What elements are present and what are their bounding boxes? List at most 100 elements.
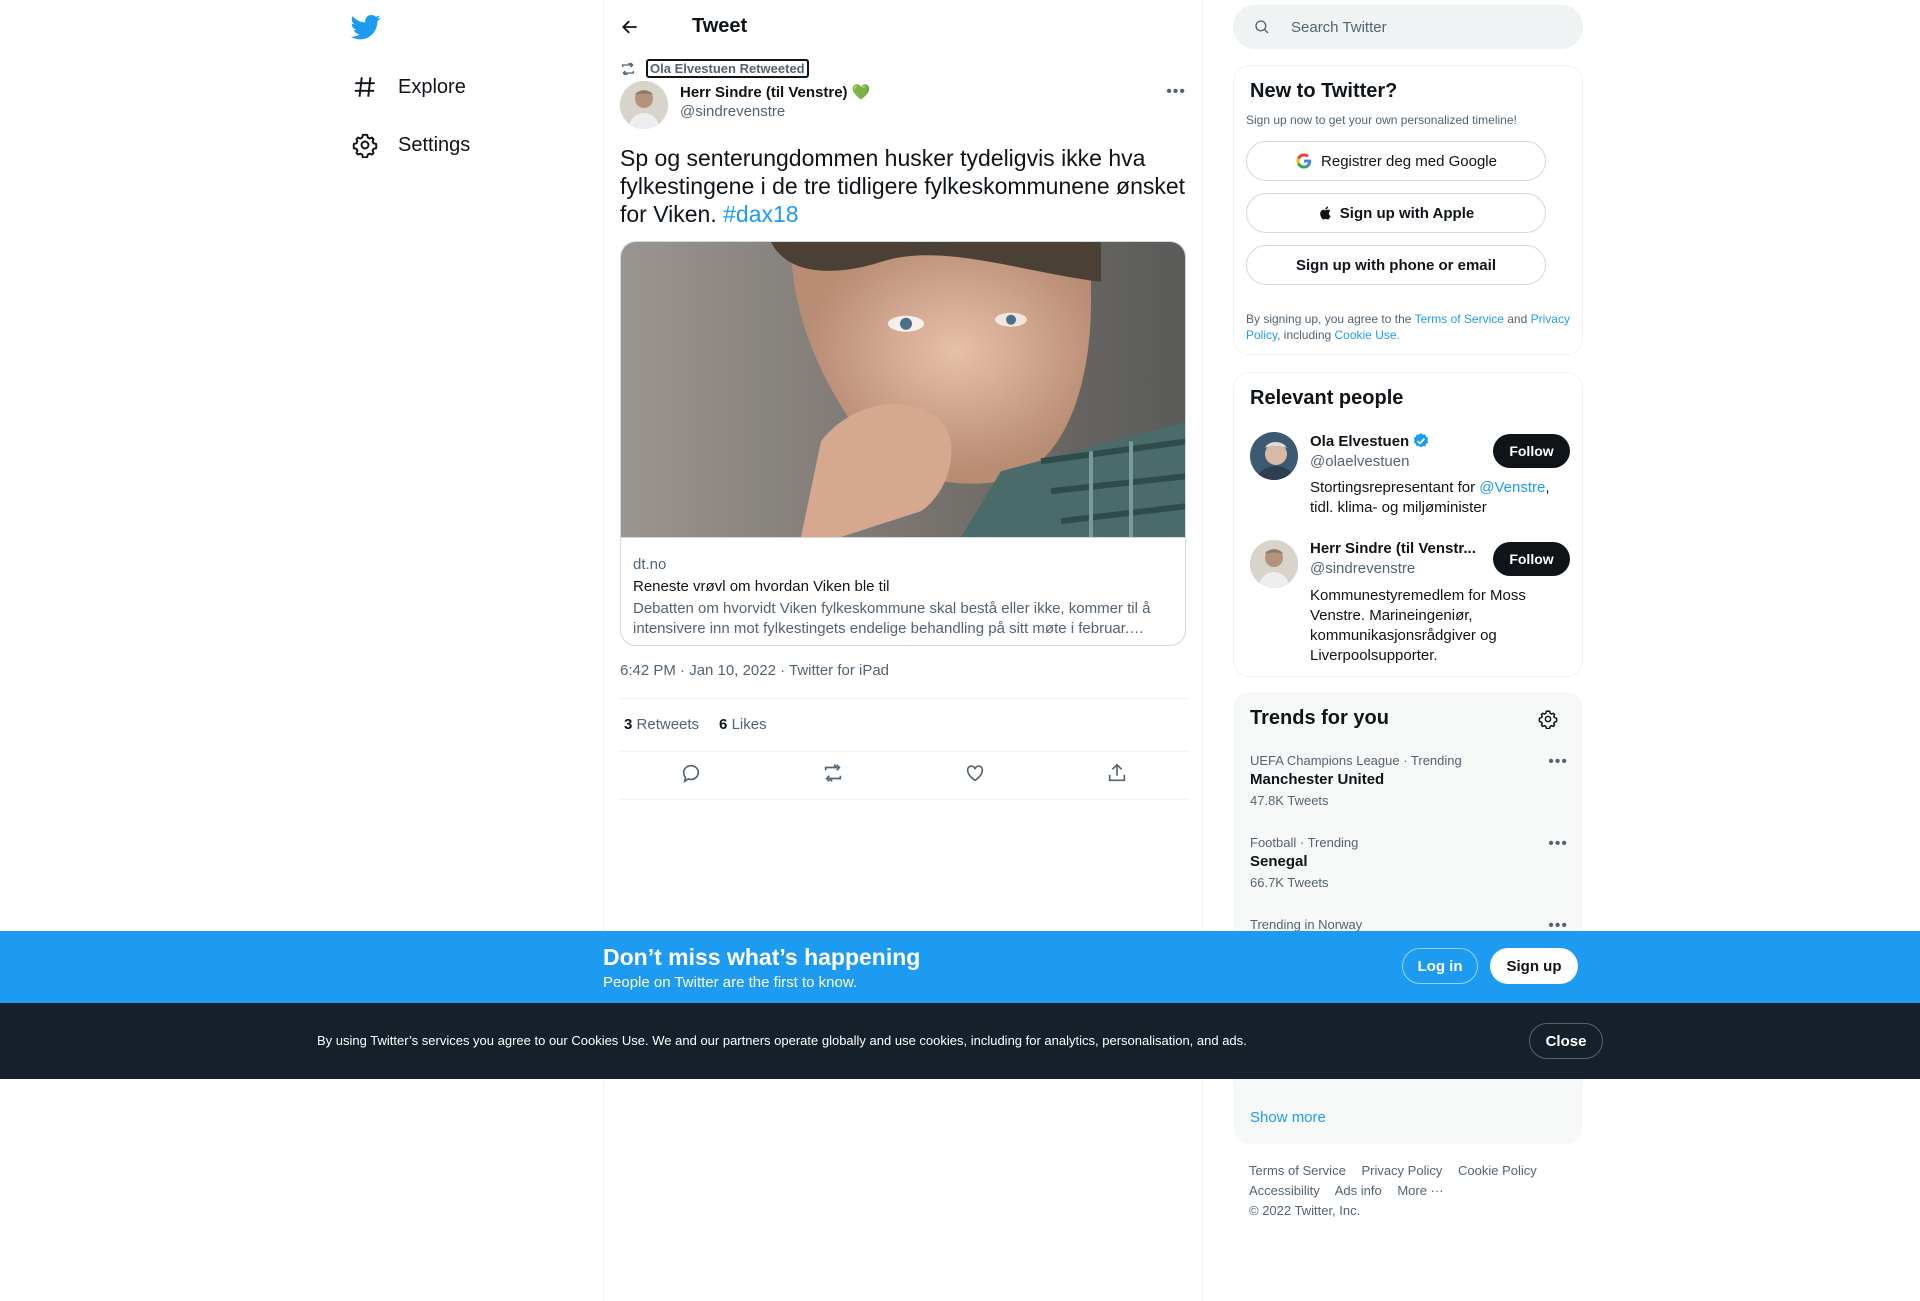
author-avatar[interactable]: [620, 81, 668, 129]
relevant-people-title: Relevant people: [1250, 387, 1404, 409]
page-header: Tweet: [604, 0, 1202, 53]
trend-more-icon[interactable]: •••: [1548, 835, 1568, 853]
new-to-twitter-panel: New to Twitter? Sign up now to get your …: [1233, 65, 1583, 355]
apple-icon: [1319, 206, 1331, 220]
retweets-count: 3: [624, 716, 633, 733]
retweets-label: Retweets: [636, 716, 700, 733]
person-name[interactable]: Herr Sindre (til Venstr...: [1310, 540, 1490, 557]
footer-accessibility-link[interactable]: Accessibility: [1249, 1183, 1320, 1198]
reply-icon[interactable]: [680, 762, 702, 784]
follow-button[interactable]: Follow: [1493, 434, 1570, 468]
cookie-use-link[interactable]: Cookie Use.: [1335, 328, 1400, 342]
cookie-text: By using Twitter’s services you agree to…: [317, 1033, 1247, 1048]
person-avatar[interactable]: [1250, 432, 1298, 480]
venstre-mention-link[interactable]: @Venstre: [1479, 479, 1545, 496]
signup-banner: Don’t miss what’s happening People on Tw…: [0, 931, 1920, 1003]
person-avatar[interactable]: [1250, 540, 1298, 588]
divider: [620, 698, 1188, 699]
footer-copyright: © 2022 Twitter, Inc.: [1249, 1203, 1361, 1218]
search-box[interactable]: [1233, 5, 1583, 49]
google-signup-button[interactable]: Registrer deg med Google: [1246, 141, 1546, 181]
trends-title: Trends for you: [1250, 707, 1389, 729]
person-handle: @olaelvestuen: [1310, 453, 1410, 470]
green-heart-emoji: 💚: [851, 84, 871, 101]
apple-signup-label: Sign up with Apple: [1339, 204, 1475, 222]
tweet-timestamp[interactable]: 6:42 PM · Jan 10, 2022 · Twitter for iPa…: [620, 662, 889, 679]
tweet-actions: [620, 762, 1188, 784]
trend-title: Manchester United: [1250, 771, 1385, 788]
signup-legal-text: By signing up, you agree to the Terms of…: [1246, 311, 1570, 343]
close-cookie-button[interactable]: Close: [1529, 1023, 1603, 1059]
author-name-text: Herr Sindre (til Venstre): [680, 83, 848, 101]
sidebar-footer: Terms of Service Privacy Policy Cookie P…: [1249, 1161, 1569, 1221]
banner-subtext: People on Twitter are the first to know.: [603, 974, 858, 991]
author-handle[interactable]: @sindrevenstre: [680, 103, 870, 120]
share-icon[interactable]: [1106, 762, 1128, 784]
footer-ads-link[interactable]: Ads info: [1335, 1183, 1382, 1198]
social-context-link[interactable]: Ola Elvestuen Retweeted: [646, 59, 809, 78]
person-bio: Stortingsrepresentant for @Venstre, tidl…: [1310, 478, 1560, 518]
footer-terms-link[interactable]: Terms of Service: [1249, 1163, 1346, 1178]
person-name[interactable]: Ola Elvestuen: [1310, 432, 1490, 450]
more-options-icon[interactable]: •••: [1166, 83, 1186, 101]
hashtag-link[interactable]: #dax18: [723, 201, 798, 227]
google-icon: [1296, 153, 1312, 169]
page-title: Tweet: [692, 15, 748, 37]
trend-context: Football · Trending: [1250, 835, 1359, 850]
like-icon[interactable]: [964, 762, 986, 784]
signup-button[interactable]: Sign up: [1490, 948, 1578, 984]
retweets-stat[interactable]: 3 Retweets: [624, 716, 699, 733]
login-button[interactable]: Log in: [1402, 948, 1478, 984]
person-bio: Kommunestyremedlem for Moss Venstre. Mar…: [1310, 587, 1526, 664]
phone-email-signup-button[interactable]: Sign up with phone or email: [1246, 245, 1546, 285]
nav-settings[interactable]: Settings: [352, 123, 470, 167]
divider: [620, 799, 1188, 800]
trend-context: Trending in Norway: [1250, 917, 1363, 932]
nav-explore-label: Explore: [398, 75, 466, 98]
trend-count: 47.8K Tweets: [1250, 793, 1329, 808]
trend-item[interactable]: UEFA Champions League · Trending Manches…: [1250, 753, 1568, 808]
author-name[interactable]: Herr Sindre (til Venstre) 💚: [680, 83, 871, 102]
social-context: Ola Elvestuen Retweeted: [620, 59, 809, 78]
card-description: Debatten om hvorvidt Viken fylkeskommune…: [633, 600, 1151, 637]
trend-item[interactable]: Football · Trending Senegal 66.7K Tweets…: [1250, 835, 1568, 890]
gear-icon: [352, 133, 378, 158]
retweet-icon[interactable]: [822, 762, 844, 784]
trend-count: 66.7K Tweets: [1250, 875, 1329, 890]
likes-stat[interactable]: 6 Likes: [719, 716, 767, 733]
follow-button[interactable]: Follow: [1493, 542, 1570, 576]
search-icon: [1255, 20, 1269, 34]
search-input[interactable]: [1291, 18, 1551, 36]
tweet-text-body: Sp og senterungdommen husker tydeligvis …: [620, 145, 1186, 227]
card-domain: dt.no: [633, 556, 667, 573]
apple-signup-button[interactable]: Sign up with Apple: [1246, 193, 1546, 233]
link-card[interactable]: dt.no Reneste vrøvl om hvordan Viken ble…: [620, 241, 1186, 646]
back-arrow-icon[interactable]: [620, 17, 640, 37]
person-handle: @sindrevenstre: [1310, 560, 1416, 577]
legal-and: and: [1503, 312, 1531, 326]
show-more-link[interactable]: Show more: [1250, 1109, 1326, 1126]
legal-including: , including: [1277, 328, 1335, 342]
person-bio-prefix: Stortingsrepresentant for: [1310, 479, 1480, 496]
relevant-people-panel: Relevant people Ola Elvestuen @olaelvest…: [1233, 372, 1583, 677]
person-name-text: Ola Elvestuen: [1310, 432, 1410, 450]
trend-more-icon[interactable]: •••: [1548, 753, 1568, 771]
nav-explore[interactable]: Explore: [352, 65, 466, 109]
terms-of-service-link[interactable]: Terms of Service: [1415, 312, 1504, 326]
trends-settings-gear-icon[interactable]: [1538, 709, 1558, 729]
likes-label: Likes: [731, 716, 767, 733]
tweet-stats: 3 Retweets 6 Likes: [624, 716, 767, 733]
verified-badge-icon: [1414, 433, 1429, 448]
footer-cookie-link[interactable]: Cookie Policy: [1458, 1163, 1537, 1178]
hashtag-icon: [354, 77, 375, 97]
google-signup-label: Registrer deg med Google: [1321, 152, 1497, 170]
card-image: [621, 242, 1185, 538]
retweet-icon: [622, 62, 634, 75]
main-column: Tweet Ola Elvestuen Retweeted Herr Sindr…: [603, 0, 1203, 1301]
tweet-author[interactable]: Herr Sindre (til Venstre) 💚 @sindrevenstr…: [620, 81, 870, 129]
cookie-banner: By using Twitter’s services you agree to…: [0, 1003, 1920, 1079]
footer-more-link[interactable]: More ···: [1397, 1183, 1443, 1198]
twitter-logo-icon[interactable]: [351, 12, 381, 42]
banner-headline: Don’t miss what’s happening: [603, 944, 921, 970]
footer-privacy-link[interactable]: Privacy Policy: [1361, 1163, 1442, 1178]
